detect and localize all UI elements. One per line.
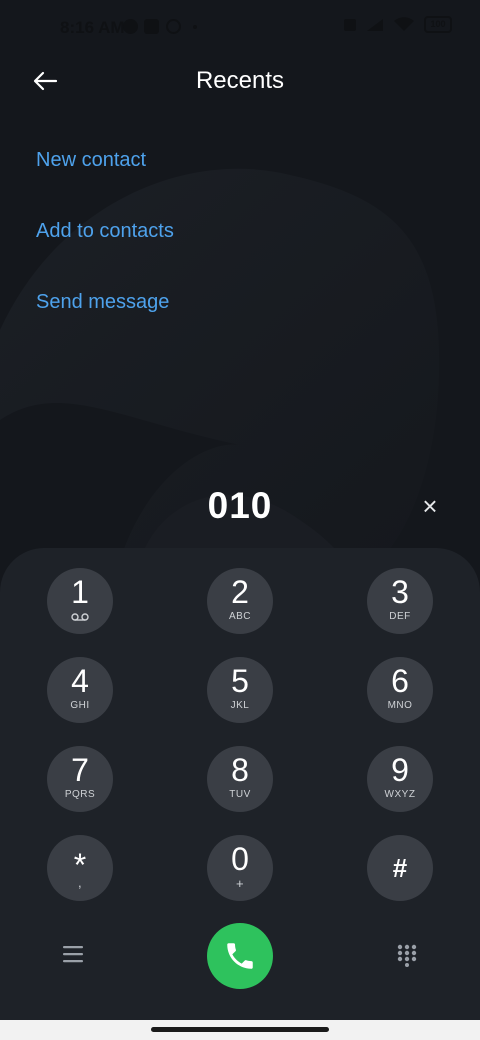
key-letters: PQRS bbox=[64, 789, 96, 800]
dialed-number-row: 010 × bbox=[0, 480, 480, 540]
key-digit: 6 bbox=[391, 663, 409, 699]
voicemail-icon bbox=[71, 613, 89, 621]
key-digit: 1 bbox=[71, 574, 89, 610]
more-notifications-icon bbox=[193, 25, 197, 29]
call-button[interactable] bbox=[207, 923, 273, 989]
key-9[interactable]: 9 WXYZ bbox=[367, 746, 433, 812]
wifi-icon bbox=[394, 17, 414, 31]
key-letters: , bbox=[77, 875, 83, 890]
home-gesture-bar[interactable] bbox=[151, 1027, 329, 1032]
menu-icon[interactable] bbox=[60, 944, 86, 964]
key-2[interactable]: 2 ABC bbox=[207, 568, 273, 634]
status-bar: 8:16 AM 100 bbox=[0, 0, 480, 56]
key-digit: 0 bbox=[231, 841, 249, 877]
key-letters: JKL bbox=[230, 700, 250, 711]
dialer-bottom-bar bbox=[0, 920, 480, 990]
key-digit: 7 bbox=[71, 752, 89, 788]
key-0[interactable]: 0 + bbox=[207, 835, 273, 901]
assistant-icon bbox=[166, 19, 181, 34]
key-6[interactable]: 6 MNO bbox=[367, 657, 433, 723]
key-digit: # bbox=[392, 853, 408, 883]
key-digit: 3 bbox=[391, 574, 409, 610]
page-title: Recents bbox=[195, 67, 285, 94]
key-letters: + bbox=[235, 876, 245, 891]
key-digit: 5 bbox=[231, 663, 249, 699]
battery-icon: 100 bbox=[424, 16, 452, 33]
key-letters: WXYZ bbox=[384, 789, 416, 800]
key-3[interactable]: 3 DEF bbox=[367, 568, 433, 634]
action-list: New contact Add to contacts Send message bbox=[36, 140, 174, 353]
dialpad-icon[interactable] bbox=[396, 943, 418, 967]
notification-icon bbox=[123, 19, 138, 34]
key-letters: ABC bbox=[228, 611, 252, 622]
key-5[interactable]: 5 JKL bbox=[207, 657, 273, 723]
key-letters: MNO bbox=[387, 700, 413, 711]
key-4[interactable]: 4 GHI bbox=[47, 657, 113, 723]
key-letters: DEF bbox=[389, 611, 411, 622]
phone-icon bbox=[227, 943, 253, 969]
key-letters: GHI bbox=[70, 700, 90, 711]
key-1[interactable]: 1 bbox=[47, 568, 113, 634]
key-digit: 8 bbox=[231, 752, 249, 788]
dialed-number[interactable]: 010 bbox=[0, 485, 480, 527]
key-digit: 9 bbox=[391, 752, 409, 788]
app-notification-icon bbox=[144, 19, 159, 34]
signal-icon bbox=[367, 18, 383, 31]
key-8[interactable]: 8 TUV bbox=[207, 746, 273, 812]
key-7[interactable]: 7 PQRS bbox=[47, 746, 113, 812]
key-hash[interactable]: # bbox=[367, 835, 433, 901]
key-letters: TUV bbox=[229, 789, 251, 800]
send-message-link[interactable]: Send message bbox=[36, 282, 174, 353]
system-nav-bar bbox=[0, 1020, 480, 1040]
app-header: Recents bbox=[0, 56, 480, 106]
alarm-icon bbox=[344, 18, 356, 31]
key-star[interactable]: * , bbox=[47, 835, 113, 901]
status-time: 8:16 AM bbox=[60, 18, 125, 37]
key-digit: 4 bbox=[71, 663, 89, 699]
clear-icon[interactable]: × bbox=[416, 492, 444, 520]
add-to-contacts-link[interactable]: Add to contacts bbox=[36, 211, 174, 282]
new-contact-link[interactable]: New contact bbox=[36, 140, 174, 211]
key-digit: 2 bbox=[231, 574, 249, 610]
